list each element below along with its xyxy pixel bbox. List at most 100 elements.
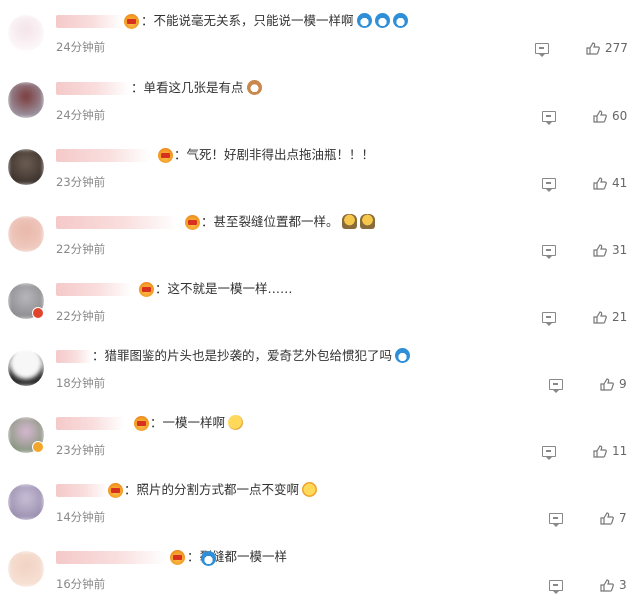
username-redacted[interactable] [56, 283, 132, 296]
comment-item: ：甚至裂缝位置都一样。 22分钟前 31 [0, 201, 640, 268]
comment-text: ：气死！好剧非得出点拖油瓶！！！ [174, 147, 374, 163]
vip-crown-icon [124, 14, 139, 29]
reply-icon[interactable] [549, 580, 563, 594]
like-count: 11 [612, 444, 628, 458]
username-redacted[interactable] [56, 350, 92, 363]
like-count: 7 [619, 511, 627, 525]
comment-item: ：一模一样啊 23分钟前 11 [0, 402, 640, 469]
thumbs-up-icon [593, 444, 607, 458]
avatar[interactable] [8, 216, 44, 252]
thumbs-up-icon [593, 109, 607, 123]
reply-icon[interactable] [542, 446, 556, 460]
verified-badge-icon [32, 307, 44, 319]
avatar[interactable] [8, 149, 44, 185]
username-redacted[interactable] [56, 149, 150, 162]
username-redacted[interactable] [56, 15, 122, 28]
verified-badge-icon [32, 441, 44, 453]
laughing-emoji-icon [302, 482, 318, 497]
thumbs-up-icon [593, 310, 607, 324]
comment-text: ：照片的分割方式都一点不变啊 [124, 482, 318, 498]
vip-crown-icon [134, 416, 149, 431]
like-button[interactable]: 7 [600, 511, 627, 525]
vip-crown-icon [158, 148, 173, 163]
username-redacted[interactable] [56, 551, 166, 564]
comment-text: ：甚至裂缝位置都一样。 [201, 214, 375, 230]
comment-body: ：猎罪图鉴的片头也是抄袭的，爱奇艺外包给惯犯了吗 [92, 348, 393, 363]
like-count: 3 [619, 578, 627, 592]
comment-time: 16分钟前 [56, 577, 106, 591]
cat-emoji-icon [246, 80, 262, 95]
reply-icon[interactable] [549, 513, 563, 527]
comment-body: ：气死！好剧非得出点拖油瓶！！！ [174, 147, 375, 162]
avatar[interactable] [8, 350, 44, 386]
username-redacted[interactable] [56, 417, 124, 430]
like-button[interactable]: 41 [593, 176, 627, 190]
comment-item: ：不能说毫无关系，只能说一模一样啊 24分钟前 277 [0, 0, 640, 67]
username-redacted[interactable] [56, 484, 108, 497]
vip-crown-icon [108, 483, 123, 498]
avatar[interactable] [8, 15, 44, 51]
like-button[interactable]: 3 [600, 578, 627, 592]
comment-item: ：这不就是一模一样…… 22分钟前 21 [0, 268, 640, 335]
doraemon-emoji-icon [374, 13, 390, 28]
comment-time: 18分钟前 [56, 376, 106, 390]
username-redacted[interactable] [56, 216, 178, 229]
comment-body: ：这不就是一模一样…… [155, 281, 293, 296]
reply-icon[interactable] [549, 379, 563, 393]
comment-time: 22分钟前 [56, 242, 106, 256]
comment-item: ：单看这几张是有点 24分钟前 60 [0, 67, 640, 134]
thumbs-up-icon [600, 511, 614, 525]
like-count: 60 [612, 109, 628, 123]
doraemon-emoji-icon [201, 551, 216, 566]
reply-icon[interactable] [542, 178, 556, 192]
vip-crown-icon [139, 282, 154, 297]
thinking-emoji-icon [228, 415, 244, 430]
thumbs-up-emoji-icon [341, 214, 357, 229]
like-button[interactable]: 21 [593, 310, 627, 324]
comment-item: ：猎罪图鉴的片头也是抄袭的，爱奇艺外包给惯犯了吗 18分钟前 9 [0, 335, 640, 402]
doraemon-emoji-icon [392, 13, 408, 28]
like-button[interactable]: 11 [593, 444, 627, 458]
thumbs-up-icon [586, 41, 600, 55]
comment-body: ：甚至裂缝位置都一样。 [201, 214, 339, 229]
thumbs-up-icon [600, 377, 614, 391]
thumbs-up-icon [600, 578, 614, 592]
comment-text: ：一模一样啊 [150, 415, 244, 431]
comment-body: ：不能说毫无关系，只能说一模一样啊 [141, 13, 354, 28]
comment-time: 23分钟前 [56, 175, 106, 189]
vip-crown-icon [185, 215, 200, 230]
like-count: 277 [605, 41, 628, 55]
comment-item: ：裂缝都一模一样 16分钟前 3 [0, 536, 640, 603]
like-button[interactable]: 277 [586, 41, 628, 55]
like-count: 31 [612, 243, 628, 257]
vip-crown-icon [170, 550, 185, 565]
comment-item: ：气死！好剧非得出点拖油瓶！！！ 23分钟前 41 [0, 134, 640, 201]
reply-icon[interactable] [535, 43, 549, 57]
comment-text: ：猎罪图鉴的片头也是抄袭的，爱奇艺外包给惯犯了吗 [92, 348, 411, 364]
avatar[interactable] [8, 82, 44, 118]
comment-body: ：一模一样啊 [150, 415, 226, 430]
like-button[interactable]: 31 [593, 243, 627, 257]
reply-icon[interactable] [542, 111, 556, 125]
comment-time: 22分钟前 [56, 309, 106, 323]
reply-icon[interactable] [542, 245, 556, 259]
avatar[interactable] [8, 484, 44, 520]
like-count: 9 [619, 377, 627, 391]
comment-text: ：不能说毫无关系，只能说一模一样啊 [141, 13, 408, 29]
like-button[interactable]: 60 [593, 109, 627, 123]
reply-icon[interactable] [542, 312, 556, 326]
like-count: 21 [612, 310, 628, 324]
comment-body: ：照片的分割方式都一点不变啊 [124, 482, 300, 497]
thumbs-up-icon [593, 243, 607, 257]
comment-time: 24分钟前 [56, 108, 106, 122]
comment-text: ：单看这几张是有点 [131, 80, 262, 96]
doraemon-emoji-icon [395, 348, 411, 363]
doraemon-emoji-icon [356, 13, 372, 28]
like-button[interactable]: 9 [600, 377, 627, 391]
comment-item: ：照片的分割方式都一点不变啊 14分钟前 7 [0, 469, 640, 536]
thumbs-up-emoji-icon [359, 214, 375, 229]
username-redacted[interactable] [56, 82, 130, 95]
comment-body: ：单看这几张是有点 [131, 80, 244, 95]
comment-time: 24分钟前 [56, 40, 106, 54]
avatar[interactable] [8, 551, 44, 587]
